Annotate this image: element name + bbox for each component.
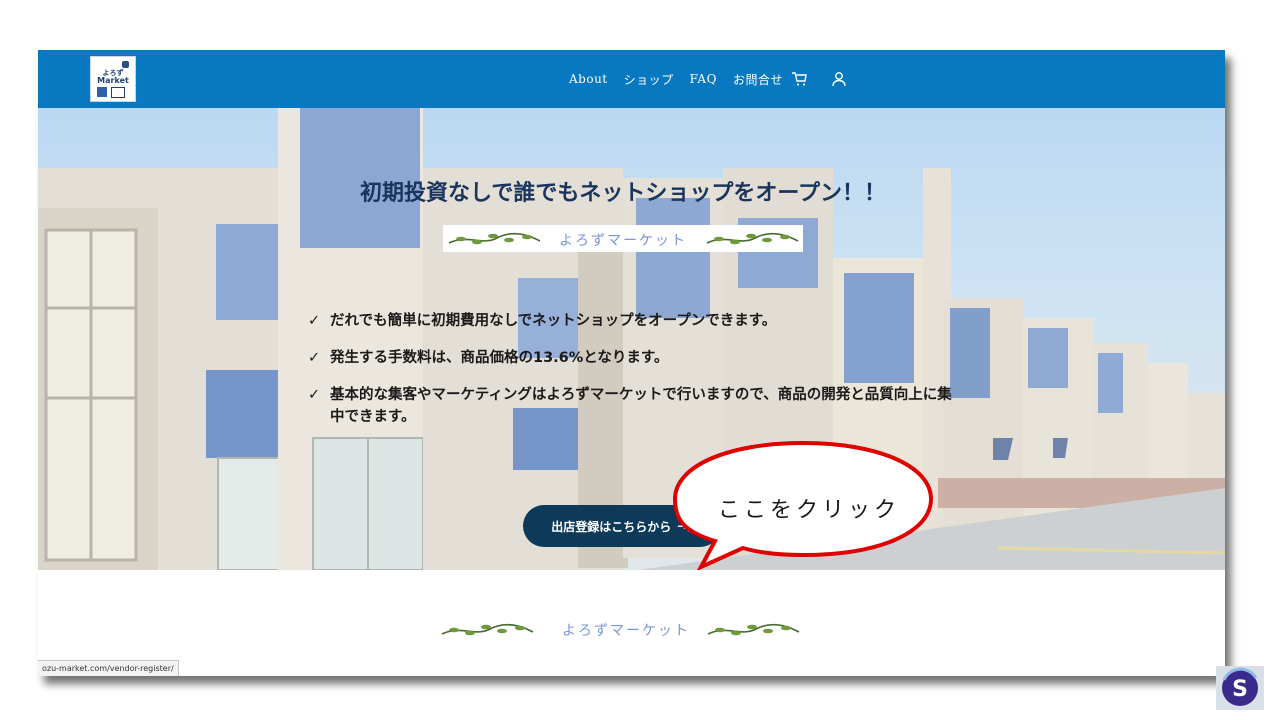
feature-list: ✓ だれでも簡単に初期費用なしでネットショップをオープンできます。 ✓ 発生する… xyxy=(308,310,958,443)
nav-faq[interactable]: FAQ xyxy=(690,72,717,86)
badge-letter: S xyxy=(1232,677,1248,702)
nav-contact[interactable]: お問合せ xyxy=(733,71,783,88)
hero-section: 初期投資なしで誰でもネットショップをオープン！！ よろずマーケット ✓ だれでも… xyxy=(38,108,1225,570)
feature-text: だれでも簡単に初期費用なしでネットショップをオープンできます。 xyxy=(330,313,777,329)
browser-page: よろず Market About ショップ FAQ お問合せ 初期投資なしで誰で… xyxy=(38,50,1225,676)
feature-text: 基本的な集客やマーケティングはよろずマーケットで行いますので、商品の開発と品質向… xyxy=(330,387,952,425)
feature-item: ✓ 基本的な集客やマーケティングはよろずマーケットで行いますので、商品の開発と品… xyxy=(308,384,958,428)
vine-ornament-right-icon xyxy=(707,623,800,636)
hero-title: 初期投資なしで誰でもネットショップをオープン！！ xyxy=(359,181,887,206)
site-header: よろず Market About ショップ FAQ お問合せ xyxy=(38,50,1225,108)
check-icon: ✓ xyxy=(308,387,321,403)
check-icon: ✓ xyxy=(308,350,321,366)
logo-mark-icon xyxy=(122,61,129,68)
cart-icon[interactable] xyxy=(791,71,807,87)
check-icon: ✓ xyxy=(308,313,321,329)
feature-text: 発生する手数料は、商品価格の13.6%となります。 xyxy=(330,350,669,366)
logo-cart-icon xyxy=(111,87,125,98)
brand-banner: よろずマーケット xyxy=(443,225,803,252)
logo-bag-icon xyxy=(97,87,107,97)
s-logo-badge: S xyxy=(1216,666,1264,710)
footer-brand-banner: よろずマーケット xyxy=(436,618,816,642)
browser-status-url: ozu-market.com/vendor-register/ xyxy=(38,660,179,676)
site-logo[interactable]: よろず Market xyxy=(90,56,136,102)
nav-shop[interactable]: ショップ xyxy=(624,71,674,88)
callout-text: ここをクリック xyxy=(717,498,900,523)
feature-item: ✓ だれでも簡単に初期費用なしでネットショップをオープンできます。 xyxy=(308,310,958,332)
feature-item: ✓ 発生する手数料は、商品価格の13.6%となります。 xyxy=(308,347,958,369)
vine-ornament-right-icon xyxy=(706,232,799,245)
user-icon[interactable] xyxy=(831,71,847,87)
main-nav: About ショップ FAQ お問合せ xyxy=(569,68,847,90)
nav-about[interactable]: About xyxy=(569,72,608,86)
logo-text-bottom: Market xyxy=(97,76,129,85)
